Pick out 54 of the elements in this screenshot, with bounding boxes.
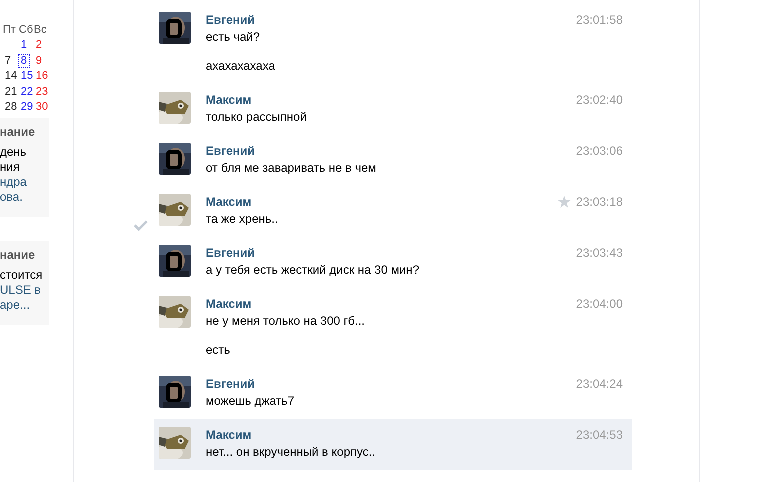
message-text: нет... он вкрученный в корпус.. bbox=[206, 444, 377, 461]
calendar-day[interactable]: 2 bbox=[34, 39, 44, 51]
message-text: ахахахахаха bbox=[206, 58, 276, 75]
checkmark-icon[interactable] bbox=[134, 220, 148, 231]
message-text: есть чай? bbox=[206, 29, 262, 46]
reminder-title: нание bbox=[0, 124, 36, 140]
message-time: 23:01:58 bbox=[576, 12, 623, 28]
reminder-link[interactable]: ULSE в bbox=[0, 282, 49, 298]
sender-name[interactable]: Максим bbox=[206, 427, 252, 443]
sender-name[interactable]: Максим bbox=[206, 194, 252, 210]
calendar-day[interactable]: 22 bbox=[19, 86, 36, 98]
message-time: 23:04:24 bbox=[576, 376, 623, 392]
calendar-day[interactable]: 16 bbox=[34, 70, 50, 82]
sender-name[interactable]: Евгений bbox=[206, 143, 256, 159]
reminder-link[interactable]: ндра bbox=[0, 174, 49, 190]
calendar-day[interactable]: 15 bbox=[19, 70, 36, 82]
message-text: есть bbox=[206, 342, 232, 359]
message-text: а у тебя есть жесткий диск на 30 мин? bbox=[206, 262, 420, 279]
reminder-text: день bbox=[0, 144, 28, 160]
sender-name[interactable]: Максим bbox=[206, 92, 252, 108]
message-text: не у меня только на 300 гб... bbox=[206, 313, 366, 330]
message-time: 23:04:00 bbox=[576, 296, 623, 312]
calendar-day[interactable]: 28 bbox=[3, 101, 20, 113]
message-text: только рассыпной bbox=[206, 109, 308, 126]
reminder-text: стоится bbox=[0, 268, 44, 282]
message-time: 23:03:06 bbox=[576, 143, 623, 159]
calendar-day[interactable]: 7 bbox=[3, 54, 14, 66]
reminder-link[interactable]: аре... bbox=[0, 298, 49, 312]
message-time: 23:03:18 bbox=[576, 194, 623, 210]
calendar-day[interactable]: 1 bbox=[19, 39, 30, 51]
sender-name[interactable]: Евгений bbox=[206, 376, 256, 392]
calendar-day[interactable]: 14 bbox=[3, 70, 20, 82]
message-text: та же хрень.. bbox=[206, 211, 280, 228]
weekday-label: Сб bbox=[19, 24, 34, 36]
calendar-day[interactable]: 30 bbox=[34, 101, 50, 113]
calendar-day[interactable]: 29 bbox=[19, 101, 36, 113]
reminder-title: нание bbox=[0, 248, 36, 262]
message-time: 23:02:40 bbox=[576, 92, 623, 108]
sender-name[interactable]: Максим bbox=[206, 296, 252, 312]
reminder-text: ния bbox=[0, 160, 21, 174]
star-icon[interactable] bbox=[558, 196, 572, 208]
message-time: 23:04:53 bbox=[576, 427, 623, 443]
calendar-day[interactable]: 8 bbox=[19, 54, 30, 66]
weekday-label: Вс bbox=[34, 24, 47, 36]
message-time: 23:03:43 bbox=[576, 245, 623, 261]
message-text: можешь джать7 bbox=[206, 393, 296, 410]
sender-name[interactable]: Евгений bbox=[206, 245, 256, 261]
message-text: от бля ме заваривать не в чем bbox=[206, 160, 378, 177]
sender-name[interactable]: Евгений bbox=[206, 12, 256, 28]
calendar-day[interactable]: 23 bbox=[34, 86, 50, 98]
calendar-day[interactable]: 21 bbox=[3, 86, 20, 98]
weekday-label: Пт bbox=[3, 24, 16, 36]
calendar-day[interactable]: 9 bbox=[34, 54, 44, 66]
reminder-link[interactable]: ова. bbox=[0, 190, 49, 204]
